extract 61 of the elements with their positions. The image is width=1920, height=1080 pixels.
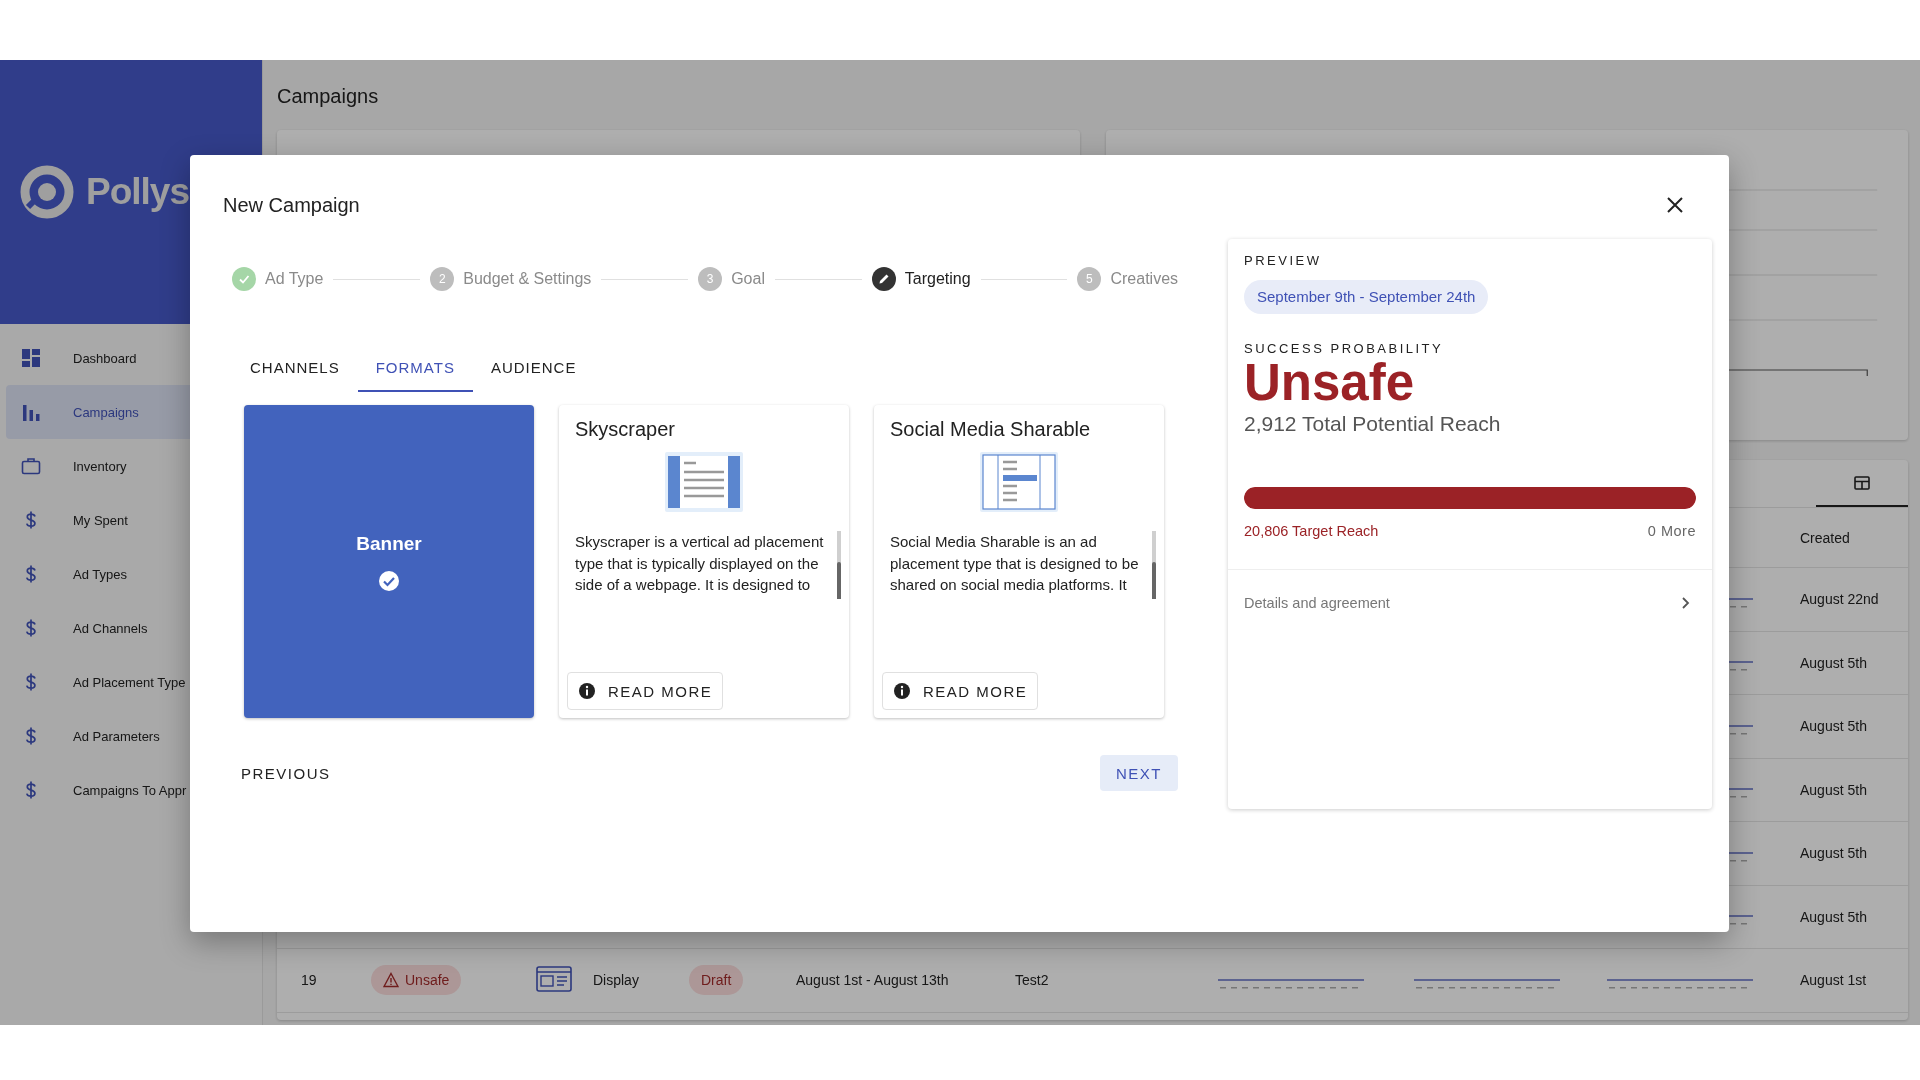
logo-text: Pollys: [86, 171, 189, 213]
briefcase-icon: [21, 456, 41, 476]
card-description: Social Media Sharable is an ad placement type that is designed to be shared on social media platforms. It: [890, 532, 1140, 595]
step-label: Goal: [731, 270, 765, 288]
step-number: 3: [698, 267, 723, 291]
format-card[interactable]: Skyscraper Skyscraper is a vertical ad placement type that is typically displayed on the side of a webpage. It is designed to READ MORE: [559, 405, 849, 718]
scrollbar[interactable]: [1152, 531, 1156, 599]
column-header: Created: [1800, 529, 1850, 546]
table-cell: August 1st: [1800, 972, 1867, 989]
step-label: Ad Type: [265, 270, 324, 288]
step-number: 2: [430, 267, 455, 291]
draft-chip: Draft: [689, 965, 744, 996]
total-reach-text: 2,912 Total Potential Reach: [1244, 412, 1502, 436]
row-number: 19: [301, 972, 317, 989]
table-cell: August 5th: [1800, 908, 1867, 925]
table-cell: August 22nd: [1800, 591, 1879, 608]
table-cell: August 1st - August 13th: [796, 972, 949, 989]
details-row[interactable]: Details and agreement: [1228, 569, 1712, 635]
page-title: Campaigns: [277, 84, 380, 109]
card-title: Skyscraper: [575, 417, 677, 441]
card-title: Banner: [356, 531, 422, 556]
dialog-title: New Campaign: [223, 193, 360, 217]
details-label: Details and agreement: [1244, 594, 1390, 611]
table-cell: Display: [593, 972, 639, 989]
tab[interactable]: AUDIENCE: [472, 344, 595, 392]
step-number: 5: [1077, 267, 1102, 291]
info-icon: [578, 682, 596, 700]
step-label: Targeting: [904, 270, 971, 288]
table-cell: August 5th: [1800, 845, 1867, 862]
layout-illustration-icon: [979, 451, 1059, 513]
step-label: Creatives: [1110, 270, 1179, 288]
warning-icon: [383, 972, 399, 989]
date-range-chip: September 9th - September 24th: [1244, 280, 1489, 314]
status-text: Unsafe: [405, 972, 450, 989]
logo-icon: [18, 163, 76, 221]
tab[interactable]: FORMATS: [357, 344, 473, 392]
card-title: Social Media Sharable: [890, 417, 1092, 441]
layout-illustration-icon: [664, 451, 744, 513]
table-cell: August 5th: [1800, 718, 1867, 735]
table-cell: August 5th: [1800, 654, 1867, 671]
bar-chart-icon: [21, 402, 41, 422]
table-cell: Test2: [1015, 972, 1049, 989]
probability-value: Unsafe: [1244, 356, 1416, 410]
dashboard-icon: [21, 348, 41, 368]
format-card[interactable]: Social Media Sharable Social Media Sharable is an ad placement type that is designed to be shared on social media platforms. It READ MORE: [874, 405, 1164, 718]
format-card[interactable]: Banner: [244, 405, 534, 718]
scrollbar[interactable]: [837, 531, 841, 599]
section-label: SUCCESS PROBABILITY: [1244, 341, 1445, 356]
table-icon: [1854, 474, 1870, 491]
read-more-button[interactable]: READ MORE: [567, 672, 724, 710]
read-more-button[interactable]: READ MORE: [882, 672, 1039, 710]
section-label: PREVIEW: [1244, 253, 1323, 268]
step-label: Budget & Settings: [463, 270, 592, 288]
check-circle-icon: [378, 569, 400, 592]
display-ad-icon: [536, 965, 572, 992]
more-text: 0 More: [1647, 523, 1696, 539]
info-icon: [893, 682, 911, 700]
target-reach-text: 20,806 Target Reach: [1244, 523, 1379, 539]
table-cell: August 5th: [1800, 781, 1867, 798]
next-button[interactable]: NEXT: [1100, 755, 1178, 791]
card-description: Skyscraper is a vertical ad placement type that is typically displayed on the side of a webpage. It is designed to: [575, 532, 825, 595]
